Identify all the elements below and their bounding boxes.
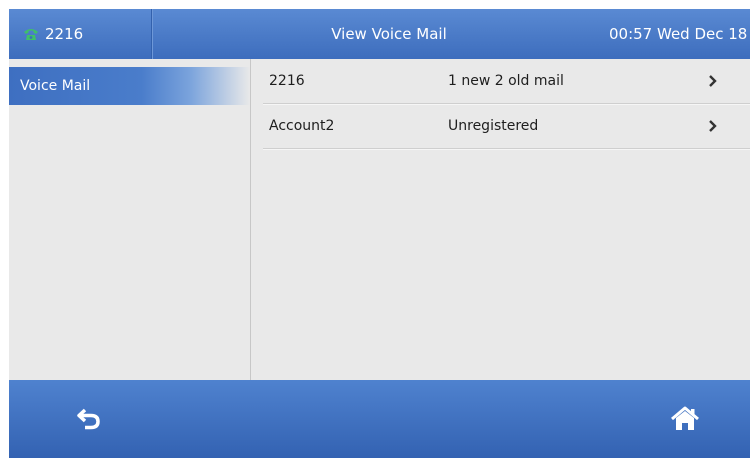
phone-icon xyxy=(23,26,39,42)
home-icon xyxy=(670,406,700,436)
account-indicator[interactable]: 2216 xyxy=(9,9,152,59)
sidebar-item-voice-mail[interactable]: Voice Mail xyxy=(9,67,250,105)
account-list: 2216 1 new 2 old mail Account2 Unregiste… xyxy=(251,59,750,380)
home-button[interactable] xyxy=(662,402,708,440)
account-name: 2216 xyxy=(269,73,305,89)
list-item-account-1[interactable]: 2216 1 new 2 old mail xyxy=(263,59,750,104)
back-icon xyxy=(76,407,102,435)
list-item-account-2[interactable]: Account2 Unregistered xyxy=(263,104,750,149)
page-title: View Voice Mail xyxy=(331,25,447,43)
account-name: Account2 xyxy=(269,118,335,134)
sidebar: Voice Mail xyxy=(9,59,251,380)
account-status: 1 new 2 old mail xyxy=(448,73,564,89)
status-bar: 2216 View Voice Mail 00:57 Wed Dec 18 xyxy=(9,9,750,59)
content-area: Voice Mail 2216 1 new 2 old mail Account… xyxy=(9,59,750,380)
phone-screen: 2216 View Voice Mail 00:57 Wed Dec 18 Vo… xyxy=(9,9,750,458)
account-status: Unregistered xyxy=(448,118,539,134)
account-label: 2216 xyxy=(45,25,84,43)
back-button[interactable] xyxy=(67,402,111,440)
chevron-right-icon xyxy=(706,119,720,133)
softkey-bar xyxy=(9,380,750,458)
clock: 00:57 Wed Dec 18 xyxy=(609,25,748,43)
chevron-right-icon xyxy=(706,74,720,88)
